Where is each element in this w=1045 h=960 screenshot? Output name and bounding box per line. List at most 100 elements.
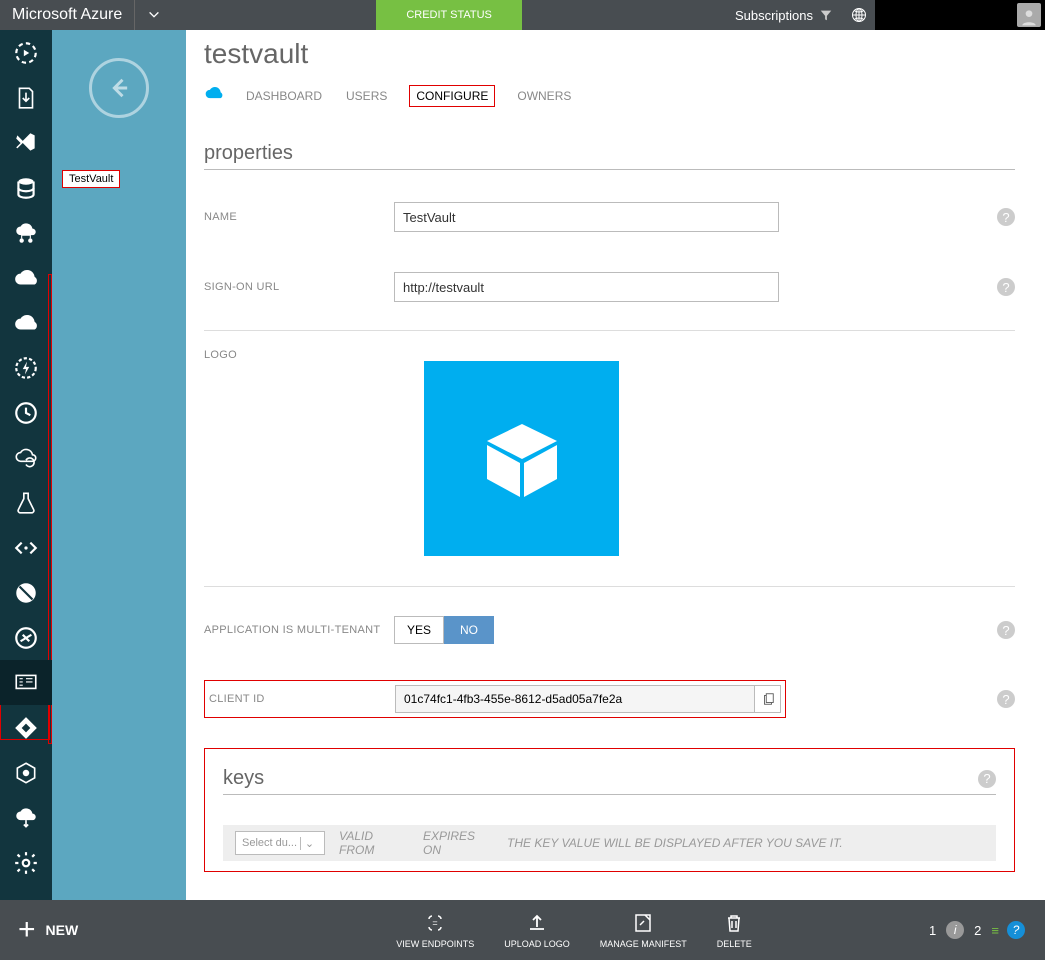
- keys-section: keys ? Select du... ⌄ VALID FROM EXPIRES…: [204, 748, 1015, 872]
- help-badge[interactable]: ?: [1007, 921, 1025, 939]
- status-bars-icon[interactable]: ≡: [991, 923, 997, 938]
- nav-item-13[interactable]: [0, 570, 52, 615]
- nav-item-7[interactable]: [0, 300, 52, 345]
- cube-icon: [472, 409, 572, 509]
- globe-button[interactable]: [843, 0, 875, 30]
- copy-icon: [761, 692, 775, 706]
- keys-title-text: keys: [223, 767, 264, 790]
- globe-icon: [851, 7, 867, 23]
- gear-bolt-icon: [13, 355, 39, 381]
- signon-input[interactable]: [394, 272, 779, 302]
- subscriptions-button[interactable]: Subscriptions: [725, 0, 843, 30]
- nav-item-6[interactable]: [0, 255, 52, 300]
- blade-label[interactable]: TestVault: [62, 170, 120, 188]
- circle-play-icon: [13, 40, 39, 66]
- nav-item-15[interactable]: [0, 660, 52, 705]
- delete-button[interactable]: DELETE: [717, 911, 752, 949]
- keys-expireson: EXPIRES ON: [423, 829, 493, 857]
- view-endpoints-button[interactable]: = VIEW ENDPOINTS: [396, 911, 474, 949]
- tab-owners[interactable]: OWNERS: [515, 85, 573, 107]
- row-clientid: CLIENT ID 01c74fc1-4fb3-455e-8612-d5ad05…: [204, 680, 786, 718]
- properties-title: properties: [204, 142, 1015, 170]
- properties-section: properties NAME ? SIGN-ON URL ? LOGO: [204, 142, 1015, 718]
- connection-icon: [13, 625, 39, 651]
- row-name: NAME ?: [204, 192, 1015, 242]
- label-signon: SIGN-ON URL: [204, 281, 394, 293]
- cloud-download-icon: [13, 805, 39, 831]
- keys-select-label: Select du...: [242, 837, 297, 849]
- row-signon: SIGN-ON URL ?: [204, 262, 1015, 312]
- label-logo: LOGO: [204, 349, 394, 361]
- help-multitenant[interactable]: ?: [997, 621, 1015, 639]
- help-keys[interactable]: ?: [978, 770, 996, 788]
- toggle-yes[interactable]: YES: [394, 616, 444, 644]
- nav-item-11[interactable]: [0, 480, 52, 525]
- bottom-right: 1 i 2 ≡ ?: [929, 921, 1045, 939]
- nav-item-10[interactable]: [0, 435, 52, 480]
- gear-icon: [13, 850, 39, 876]
- cloud-solid-icon: [13, 310, 39, 336]
- upload-icon: [525, 911, 549, 935]
- cloud-icon: [13, 265, 39, 291]
- nav-item-12[interactable]: [0, 525, 52, 570]
- visual-studio-icon: [13, 130, 39, 156]
- database-icon: [13, 175, 39, 201]
- toggle-no[interactable]: NO: [444, 616, 494, 644]
- cloud-refresh-icon[interactable]: [204, 84, 224, 107]
- back-button[interactable]: [89, 58, 149, 118]
- cloud-sync-icon: [13, 445, 39, 471]
- nav-item-8[interactable]: [0, 345, 52, 390]
- nav-item-14[interactable]: [0, 615, 52, 660]
- keys-row: Select du... ⌄ VALID FROM EXPIRES ON THE…: [223, 825, 996, 861]
- endpoints-icon: =: [423, 911, 447, 935]
- chevron-down-icon: ⌄: [300, 837, 318, 850]
- subscriptions-label: Subscriptions: [735, 8, 813, 23]
- delete-label: DELETE: [717, 939, 752, 949]
- nav-item-5[interactable]: [0, 210, 52, 255]
- info-badge[interactable]: i: [946, 921, 964, 939]
- tab-users[interactable]: USERS: [344, 85, 389, 107]
- nav-item-1[interactable]: [0, 30, 52, 75]
- funnel-icon: [819, 8, 833, 22]
- nav-item-3[interactable]: [0, 120, 52, 165]
- nav-item-18[interactable]: [0, 795, 52, 840]
- nav-item-active-directory[interactable]: [0, 705, 52, 750]
- nav-item-2[interactable]: [0, 75, 52, 120]
- brand-dropdown[interactable]: [134, 0, 173, 30]
- brand-label: Microsoft Azure: [0, 0, 134, 30]
- notif-count-1: 1: [929, 923, 936, 938]
- nav-item-17[interactable]: [0, 750, 52, 795]
- new-label: NEW: [46, 922, 79, 938]
- help-signon[interactable]: ?: [997, 278, 1015, 296]
- arrow-left-icon: [105, 74, 133, 102]
- copy-clientid-button[interactable]: [755, 685, 781, 713]
- help-clientid[interactable]: ?: [997, 690, 1015, 708]
- nav-item-19[interactable]: [0, 840, 52, 885]
- name-input[interactable]: [394, 202, 779, 232]
- credit-status-button[interactable]: CREDIT STATUS: [376, 0, 522, 30]
- nav-item-4[interactable]: [0, 165, 52, 210]
- multitenant-toggle: YES NO: [394, 616, 494, 644]
- help-name[interactable]: ?: [997, 208, 1015, 226]
- user-area[interactable]: [875, 0, 1045, 30]
- row-logo: LOGO: [204, 349, 1015, 361]
- clientid-value: 01c74fc1-4fb3-455e-8612-d5ad05a7fe2a: [395, 685, 755, 713]
- tab-configure[interactable]: CONFIGURE: [409, 85, 495, 107]
- avatar-icon: [1017, 3, 1041, 27]
- row-clientid-outer: CLIENT ID 01c74fc1-4fb3-455e-8612-d5ad05…: [204, 680, 1015, 718]
- plus-icon: +: [18, 913, 36, 947]
- keys-duration-select[interactable]: Select du... ⌄: [235, 831, 325, 855]
- app-logo: [424, 361, 619, 556]
- trash-icon: [722, 911, 746, 935]
- chevron-down-icon: [147, 8, 161, 22]
- new-button[interactable]: + NEW: [0, 900, 96, 960]
- diamond-icon: [13, 715, 39, 741]
- upload-logo-button[interactable]: UPLOAD LOGO: [504, 911, 570, 949]
- keys-hint: THE KEY VALUE WILL BE DISPLAYED AFTER YO…: [507, 836, 843, 850]
- row-multitenant: APPLICATION IS MULTI-TENANT YES NO ?: [204, 605, 1015, 655]
- tab-dashboard[interactable]: DASHBOARD: [244, 85, 324, 107]
- cloud-network-icon: [13, 220, 39, 246]
- tab-bar: DASHBOARD USERS CONFIGURE OWNERS: [204, 84, 1015, 107]
- manage-manifest-button[interactable]: MANAGE MANIFEST: [600, 911, 687, 949]
- nav-item-9[interactable]: [0, 390, 52, 435]
